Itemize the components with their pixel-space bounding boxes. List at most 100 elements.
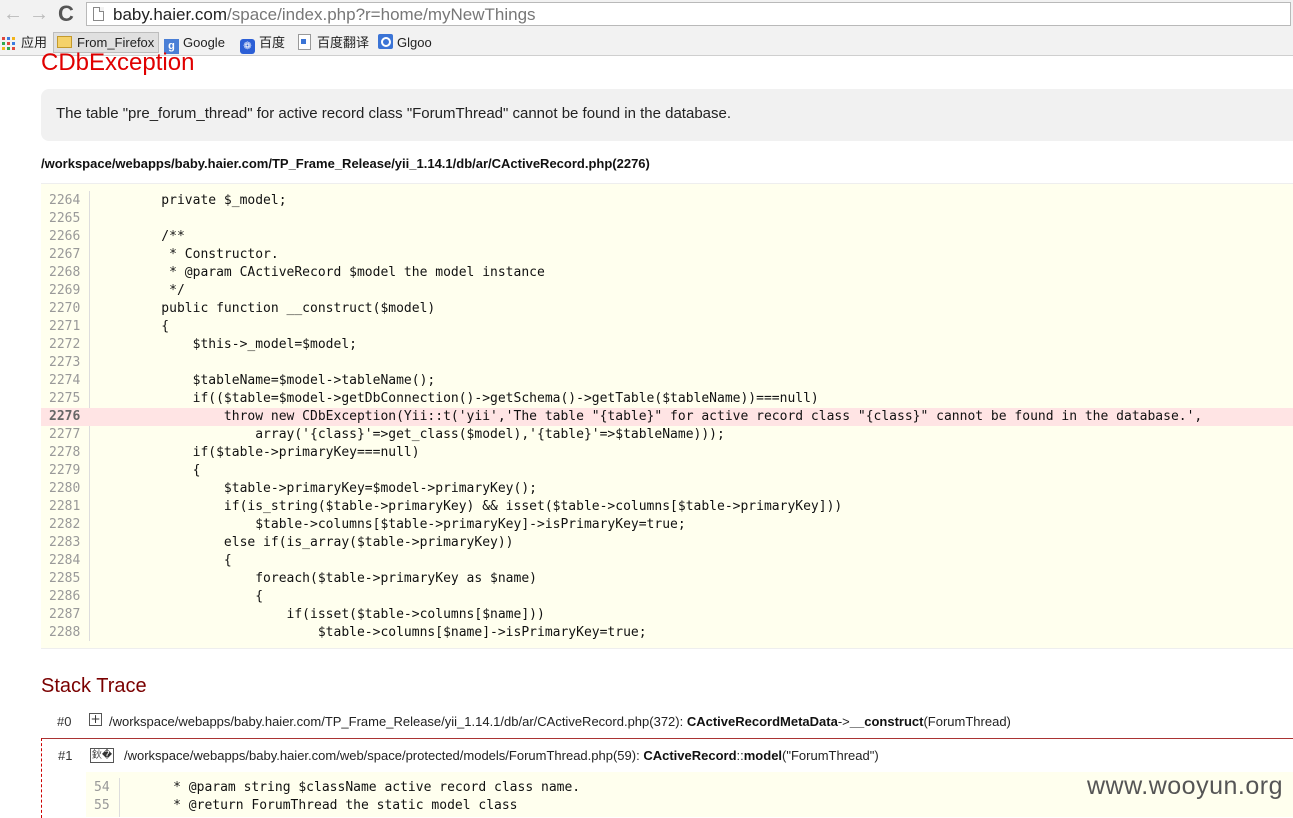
code-line: 2279 { [41,462,1293,480]
url-text: baby.haier.com/space/index.php?r=home/my… [113,5,536,24]
code-line: 2266 /** [41,228,1293,246]
forward-arrow-icon[interactable]: → [29,4,49,24]
code-line: 2267 * Constructor. [41,246,1293,264]
code-text: * @param string $className active record… [134,780,581,795]
code-line: 2288 $table->columns[$name]->isPrimaryKe… [41,624,1293,642]
collapse-toggle-icon[interactable]: 鈥� [90,748,114,763]
code-text: if(is_string($table->primaryKey) && isse… [130,499,843,514]
bookmark-label: 应用 [21,35,48,50]
line-number: 2284 [49,553,81,568]
code-line: 2268 * @param CActiveRecord $model the m… [41,264,1293,282]
line-number: 2270 [49,301,81,316]
code-text: $table->columns[$name]->isPrimaryKey=tru… [130,625,647,640]
code-text: array('{class}'=>get_class($model),'{tab… [130,427,725,442]
code-line: 2270 public function __construct($model) [41,300,1293,318]
url-input[interactable]: baby.haier.com/space/index.php?r=home/my… [86,2,1291,26]
code-line: 2287 if(isset($table->columns[$name])) [41,606,1293,624]
line-number: 2264 [49,193,81,208]
watermark: www.wooyun.org [1087,772,1283,800]
frame-text: /workspace/webapps/baby.haier.com/web/sp… [124,748,879,763]
code-text: $this->_model=$model; [130,337,357,352]
code-line: 2272 $this->_model=$model; [41,336,1293,354]
code-text: if(isset($table->columns[$name])) [130,607,545,622]
bookmark-label: From_Firefox [77,35,155,50]
frame-text: /workspace/webapps/baby.haier.com/TP_Fra… [109,714,1011,729]
code-line: 2282 $table->columns[$table->primaryKey]… [41,516,1293,534]
source-file-path: /workspace/webapps/baby.haier.com/TP_Fra… [41,156,650,171]
code-text: $tableName=$model->tableName(); [130,373,436,388]
line-number: 2272 [49,337,81,352]
code-text: { [130,553,232,568]
bookmark-glgoo[interactable]: Glgoo [378,33,432,52]
line-number: 2277 [49,427,81,442]
code-text: throw new CDbException(Yii::t('yii','The… [130,409,1203,424]
bookmark-label: 百度翻译 [317,35,370,50]
line-number: 2276 [49,409,81,424]
line-number: 2266 [49,229,81,244]
bookmark-label: 百度 [259,35,286,50]
code-text: { [130,463,201,478]
apps-grid-icon [2,37,15,50]
address-bar: ← → C baby.haier.com/space/index.php?r=h… [0,0,1293,30]
line-number: 2287 [49,607,81,622]
trace-frame-0[interactable]: #0 + /workspace/webapps/baby.haier.com/T… [41,708,1293,736]
line-number: 55 [94,798,110,813]
code-line: 2286 { [41,588,1293,606]
line-number: 2265 [49,211,81,226]
code-line: 2283 else if(is_array($table->primaryKey… [41,534,1293,552]
baidu-translate-icon [298,34,311,50]
code-line: 2278 if($table->primaryKey===null) [41,444,1293,462]
page-icon [93,7,104,21]
line-number: 2267 [49,247,81,262]
back-arrow-icon[interactable]: ← [3,4,23,24]
code-text: * @return ForumThread the static model c… [134,798,518,813]
glgoo-search-icon [378,34,393,49]
exception-message: The table "pre_forum_thread" for active … [41,89,1293,141]
code-text: $table->primaryKey=$model->primaryKey(); [130,481,537,496]
line-number: 2281 [49,499,81,514]
bookmark-baidu-translate[interactable]: 百度翻译 [298,33,369,52]
line-number: 2268 [49,265,81,280]
stack-trace-title: Stack Trace [41,675,147,697]
code-line: 2264 private $_model; [41,192,1293,210]
code-text: */ [130,283,185,298]
code-line: 2284 { [41,552,1293,570]
code-text: * @param CActiveRecord $model the model … [130,265,545,280]
code-text: { [130,319,170,334]
line-number: 2288 [49,625,81,640]
code-line: 2271 { [41,318,1293,336]
code-line: 2273 [41,354,1293,372]
line-number: 2280 [49,481,81,496]
line-number: 2286 [49,589,81,604]
baidu-paw-icon: ❁ [240,39,255,54]
code-text: private $_model; [130,193,287,208]
code-text: if(($table=$model->getDbConnection()->ge… [130,391,819,406]
code-text: /** [130,229,185,244]
line-number: 2271 [49,319,81,334]
line-number: 2269 [49,283,81,298]
line-number: 2274 [49,373,81,388]
line-number: 2273 [49,355,81,370]
code-text: foreach($table->primaryKey as $name) [130,571,537,586]
code-line: 2281 if(is_string($table->primaryKey) &&… [41,498,1293,516]
code-text: else if(is_array($table->primaryKey)) [130,535,514,550]
frame-number: #0 [57,714,72,729]
folder-icon [57,36,72,48]
bookmark-label: Google [183,35,225,50]
error-code-line: 2276 throw new CDbException(Yii::t('yii'… [41,408,1293,426]
source-code-block: 2264 private $_model; 2265 2266 /** 2267 * … [41,183,1293,649]
bookmark-label: Glgoo [397,35,432,50]
code-line: 2277 array('{class}'=>get_class($model),… [41,426,1293,444]
expand-plus-icon[interactable]: + [89,713,102,726]
code-text: { [130,589,264,604]
code-line: 2280 $table->primaryKey=$model->primaryK… [41,480,1293,498]
bookmark-baidu[interactable]: ❁ 百度 [240,33,286,54]
line-number: 2283 [49,535,81,550]
code-text: public function __construct($model) [130,301,436,316]
code-line: 2274 $tableName=$model->tableName(); [41,372,1293,390]
exception-title: CDbException [41,49,195,76]
line-number: 2282 [49,517,81,532]
line-number: 54 [94,780,110,795]
code-line: 2269 */ [41,282,1293,300]
reload-icon[interactable]: C [58,3,74,25]
